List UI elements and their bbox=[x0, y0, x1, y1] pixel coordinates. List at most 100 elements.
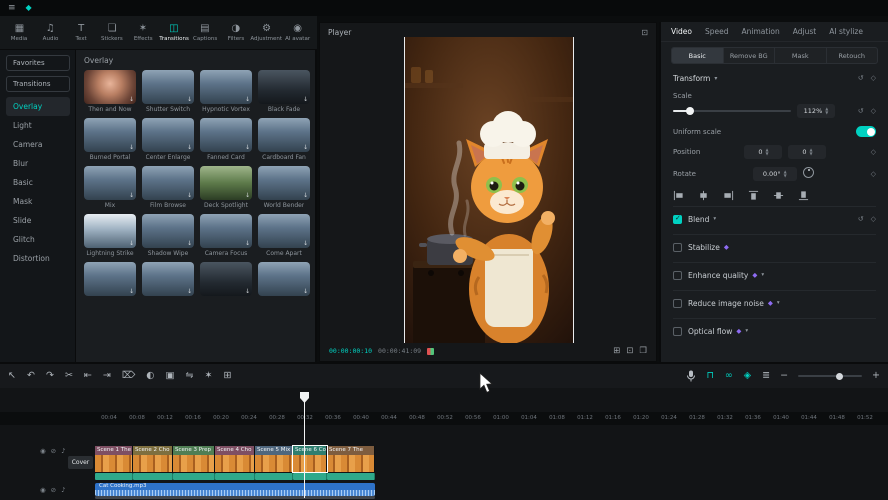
feature-checkbox[interactable] bbox=[673, 327, 682, 336]
inspector-tab[interactable]: AI stylize bbox=[829, 27, 863, 36]
sidebar-item[interactable]: Glitch bbox=[6, 230, 70, 249]
toolbar-tab[interactable]: ◑ Filters bbox=[220, 23, 251, 42]
trim-left-icon[interactable]: ⇤ bbox=[84, 371, 92, 381]
feature-row[interactable]: Stabilize ◆ bbox=[673, 234, 876, 257]
video-clip[interactable]: Scene 7 The bbox=[327, 446, 375, 472]
transition-card[interactable]: ↓ Black Fade bbox=[258, 70, 310, 113]
video-clip[interactable]: Scene 4 Cho bbox=[215, 446, 255, 472]
zoom-slider-knob[interactable] bbox=[836, 373, 843, 380]
transition-thumbnail[interactable]: ↓ bbox=[200, 70, 252, 104]
chevron-down-icon[interactable]: ▾ bbox=[714, 75, 717, 82]
transition-thumbnail[interactable]: ↓ bbox=[84, 118, 136, 152]
sidebar-item[interactable]: Slide bbox=[6, 211, 70, 230]
transition-card[interactable]: ↓ Center Enlarge bbox=[142, 118, 194, 161]
keyframe-diamond-icon[interactable]: ◇ bbox=[871, 215, 876, 223]
reset-icon[interactable]: ↺ bbox=[858, 215, 864, 223]
cover-button[interactable]: Cover bbox=[68, 456, 93, 469]
position-x-stepper[interactable]: 0 ▲▼ bbox=[744, 145, 782, 159]
feature-checkbox[interactable] bbox=[673, 215, 682, 224]
inspector-subtab[interactable]: Mask bbox=[775, 48, 827, 63]
transition-thumbnail[interactable]: ↓ bbox=[84, 70, 136, 104]
snap-magnet-icon[interactable]: ⊓ bbox=[706, 371, 713, 381]
sidebar-item[interactable]: Distortion bbox=[6, 249, 70, 268]
transition-thumbnail[interactable]: ↓ bbox=[258, 70, 310, 104]
ratio-icon[interactable]: ⊞ bbox=[613, 346, 620, 356]
transition-thumbnail[interactable]: ↓ bbox=[258, 118, 310, 152]
crop-icon[interactable]: ▣ bbox=[166, 371, 175, 381]
hide-track-icon[interactable]: ◉ bbox=[40, 447, 46, 455]
toolbar-tab[interactable]: T Text bbox=[66, 23, 97, 42]
sidebar-item[interactable]: Mask bbox=[6, 192, 70, 211]
audio-clip[interactable]: Cat Cooking.mp3 bbox=[95, 483, 375, 496]
transition-card[interactable]: ↓ Mix bbox=[84, 166, 136, 209]
multitrack-icon[interactable]: ≣ bbox=[762, 371, 770, 381]
transition-card[interactable]: ↓ Lightning Strike bbox=[84, 214, 136, 257]
toolbar-tab[interactable]: ◉ AI avatar bbox=[282, 23, 313, 42]
transition-card[interactable]: ↓ bbox=[142, 262, 194, 298]
transition-card[interactable]: ↓ Shutter Switch bbox=[142, 70, 194, 113]
caption-segment[interactable] bbox=[95, 473, 133, 480]
transition-thumbnail[interactable]: ↓ bbox=[84, 166, 136, 200]
transition-thumbnail[interactable]: ↓ bbox=[200, 118, 252, 152]
transition-thumbnail[interactable]: ↓ bbox=[200, 214, 252, 248]
keyframe-icon[interactable]: ◈ bbox=[744, 371, 751, 381]
transition-card[interactable]: ↓ Burned Portal bbox=[84, 118, 136, 161]
transition-card[interactable]: ↓ Deck Spotlight bbox=[200, 166, 252, 209]
mirror-icon[interactable]: ⇋ bbox=[186, 371, 194, 381]
timeline-ruler[interactable]: 00:0400:0800:1200:1600:2000:2400:2800:32… bbox=[95, 412, 888, 425]
undo-icon[interactable]: ↶ bbox=[27, 371, 35, 381]
hide-track-icon[interactable]: ◉ bbox=[40, 486, 46, 494]
mute-track-icon[interactable]: ♪ bbox=[61, 447, 65, 455]
sidebar-item[interactable]: Camera bbox=[6, 135, 70, 154]
inspector-tab[interactable]: Speed bbox=[705, 27, 729, 36]
feature-row[interactable]: Optical flow ◆ ▾ bbox=[673, 318, 876, 341]
select-tool-icon[interactable]: ↖ bbox=[8, 371, 16, 381]
transition-card[interactable]: ↓ World Bender bbox=[258, 166, 310, 209]
transition-thumbnail[interactable]: ↓ bbox=[84, 262, 136, 296]
caption-segment[interactable] bbox=[133, 473, 173, 480]
feature-checkbox[interactable] bbox=[673, 271, 682, 280]
feature-checkbox[interactable] bbox=[673, 299, 682, 308]
player-options-icon[interactable]: ⊡ bbox=[641, 28, 648, 37]
delete-icon[interactable]: ⌦ bbox=[122, 371, 135, 381]
mute-track-icon[interactable]: ♪ bbox=[61, 486, 65, 494]
transition-thumbnail[interactable]: ↓ bbox=[258, 214, 310, 248]
transition-thumbnail[interactable]: ↓ bbox=[142, 118, 194, 152]
rotate-knob[interactable] bbox=[803, 167, 814, 178]
transition-card[interactable]: ↓ Camera Focus bbox=[200, 214, 252, 257]
transition-thumbnail[interactable]: ↓ bbox=[200, 166, 252, 200]
grid-view-icon[interactable]: ⊞ bbox=[223, 371, 231, 381]
preview-quality-icon[interactable] bbox=[427, 348, 434, 355]
transition-card[interactable]: ↓ Hypnotic Vortex bbox=[200, 70, 252, 113]
playhead-line[interactable] bbox=[304, 392, 305, 498]
chevron-down-icon[interactable]: ▾ bbox=[745, 328, 748, 334]
transition-card[interactable]: ↓ Fanned Card bbox=[200, 118, 252, 161]
freeze-icon[interactable]: ✶ bbox=[205, 371, 213, 381]
sidebar-item[interactable]: Light bbox=[6, 116, 70, 135]
toolbar-tab[interactable]: ▤ Captions bbox=[189, 23, 220, 42]
link-clips-icon[interactable]: ∞ bbox=[725, 371, 733, 381]
mask-icon[interactable]: ◐ bbox=[146, 371, 154, 381]
feature-row[interactable]: Enhance quality ◆ ▾ bbox=[673, 262, 876, 285]
chevron-down-icon[interactable]: ▾ bbox=[713, 216, 716, 222]
fit-icon[interactable]: ⊡ bbox=[626, 346, 633, 356]
video-preview[interactable] bbox=[404, 37, 574, 343]
scale-slider[interactable] bbox=[673, 110, 791, 112]
transition-thumbnail[interactable]: ↓ bbox=[84, 214, 136, 248]
transition-card[interactable]: ↓ Shadow Wipe bbox=[142, 214, 194, 257]
zoom-out-icon[interactable]: − bbox=[780, 371, 788, 381]
transition-thumbnail[interactable]: ↓ bbox=[258, 262, 310, 296]
video-clip[interactable]: Scene 5 Mix bbox=[255, 446, 293, 472]
inspector-tab[interactable]: Video bbox=[671, 27, 692, 36]
sidebar-item[interactable]: Basic bbox=[6, 173, 70, 192]
menu-icon[interactable]: ≡ bbox=[8, 4, 16, 13]
video-clip[interactable]: Scene 6 Coo bbox=[293, 446, 327, 472]
align-right-icon[interactable] bbox=[723, 190, 734, 201]
uniform-scale-toggle[interactable] bbox=[856, 126, 876, 137]
align-left-icon[interactable] bbox=[673, 190, 684, 201]
rotate-value-stepper[interactable]: 0.00° ▲▼ bbox=[753, 167, 797, 181]
lock-track-icon[interactable]: ⊘ bbox=[51, 486, 56, 494]
transition-thumbnail[interactable]: ↓ bbox=[142, 262, 194, 296]
caption-segment[interactable] bbox=[293, 473, 327, 480]
toolbar-tab[interactable]: ◫ Transitions bbox=[158, 23, 189, 42]
